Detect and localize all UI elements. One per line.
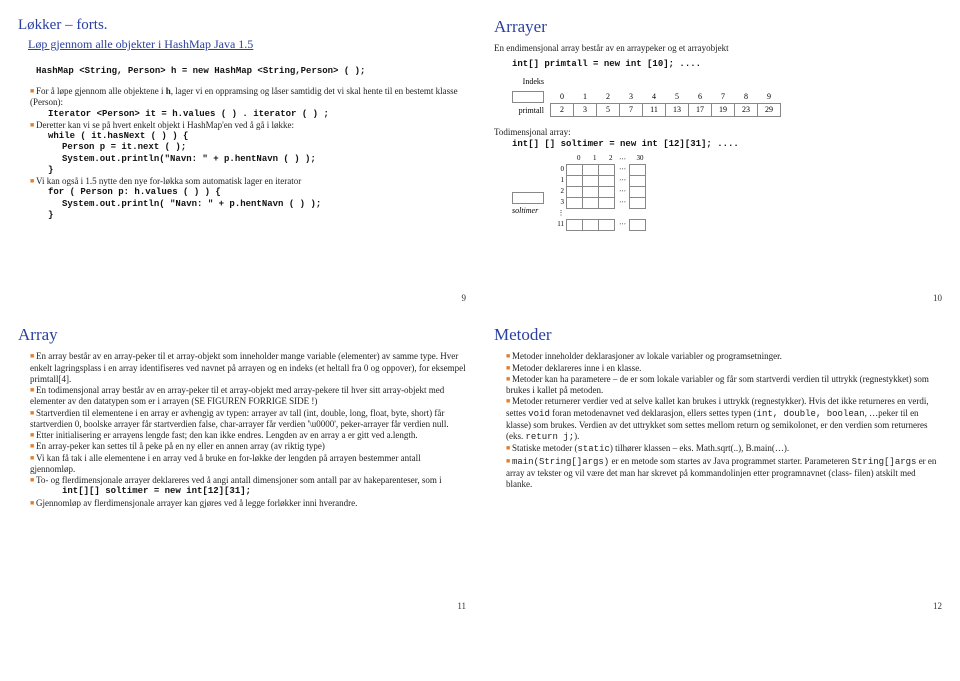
code-line: HashMap <String, Person> h = new HashMap…: [36, 66, 466, 77]
slide-title: Array: [18, 324, 466, 345]
slide-subtitle: Løp gjennom alle objekter i HashMap Java…: [28, 37, 466, 52]
slide-10: Arrayer En endimensjonal array består av…: [484, 8, 952, 308]
page-number: 10: [933, 293, 942, 304]
slide-11: Array En array består av en array-peker …: [8, 316, 476, 616]
list-item: Metoder inneholder deklarasjoner av loka…: [506, 351, 942, 362]
list-item: En array-peker kan settes til å peke på …: [30, 441, 466, 452]
slide-12: Metoder Metoder inneholder deklarasjoner…: [484, 316, 952, 616]
list-item: Metoder deklareres inne i en klasse.: [506, 363, 942, 374]
list-item: Metoder returnerer verdier ved at selve …: [506, 396, 942, 443]
list-item: En array består av en array-peker til et…: [30, 351, 466, 385]
list-item: To- og flerdimensjonale arrayer deklarer…: [30, 475, 466, 498]
list-item: Vi kan få tak i alle elementene i en arr…: [30, 453, 466, 476]
list-item: Statiske metoder (static) tilhører klass…: [506, 443, 942, 455]
two-d-label: Todimensjonal array:: [494, 127, 942, 138]
list-item: Deretter kan vi se på hvert enkelt objek…: [30, 120, 466, 176]
list-item: For å løpe gjennom alle objektene i h, l…: [30, 86, 466, 120]
list-item: En todimensjonal array består av en arra…: [30, 385, 466, 408]
slide-title: Løkker – forts.: [18, 16, 466, 35]
code-line: int[] [] soltimer = new int [12][31]; ..…: [512, 139, 942, 150]
page-number: 11: [457, 601, 466, 612]
page-number: 9: [462, 293, 467, 304]
list-item: Gjennomløp av flerdimensjonale arrayer k…: [30, 498, 466, 509]
page-number: 12: [933, 601, 942, 612]
slide-9: Løkker – forts. Løp gjennom alle objekte…: [8, 8, 476, 308]
array-2d-table: 012⋯300⋯1⋯2⋯3⋯⋮11⋯: [550, 154, 646, 231]
array-1d-figure: Indeks primtall 0123456789 2357111317192…: [512, 76, 942, 118]
list-item: Metoder kan ha parametere – de er som lo…: [506, 374, 942, 397]
slide-title: Metoder: [494, 324, 942, 345]
array-2d-figure: soltimer 012⋯300⋯1⋯2⋯3⋯⋮11⋯: [512, 154, 942, 231]
list-item: Etter initialisering er arrayens lengde …: [30, 430, 466, 441]
list-item: Vi kan også i 1.5 nytte den nye for-løkk…: [30, 176, 466, 221]
array-1d-table: 0123456789 2357111317192329: [550, 91, 781, 117]
intro-text: En endimensjonal array består av en arra…: [494, 43, 942, 54]
list-item: Startverdien til elementene i en array e…: [30, 408, 466, 431]
slide-title: Arrayer: [494, 16, 942, 37]
code-line: int[] primtall = new int [10]; ....: [512, 59, 942, 70]
list-item: main(String[]args) er en metode som star…: [506, 456, 942, 491]
